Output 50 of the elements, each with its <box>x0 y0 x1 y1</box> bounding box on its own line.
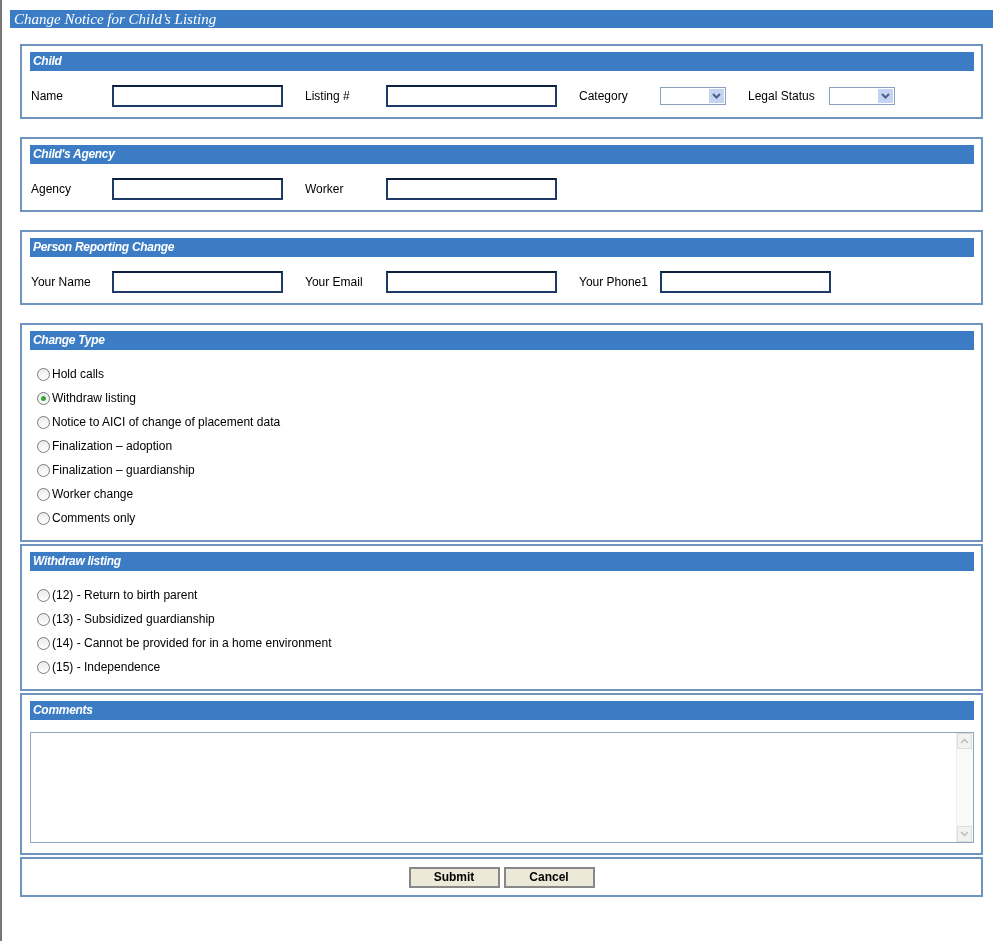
text-field[interactable] <box>386 85 557 107</box>
text-field[interactable] <box>112 178 283 200</box>
field-label: Worker <box>305 182 345 196</box>
dropdown[interactable] <box>660 87 726 105</box>
radio-button[interactable] <box>37 367 50 381</box>
radio-button[interactable] <box>37 487 50 501</box>
text-field[interactable] <box>660 271 831 293</box>
radio-button[interactable] <box>37 463 50 477</box>
radio-label: (13) - Subsidized guardianship <box>52 612 215 626</box>
form-button[interactable]: Submit <box>408 866 500 888</box>
radio-label: Finalization – adoption <box>52 439 173 453</box>
section-header: Comments <box>30 701 974 720</box>
radio-button[interactable] <box>37 636 50 650</box>
text-field[interactable] <box>386 271 557 293</box>
radio-label: Worker change <box>52 487 134 501</box>
field-label: Your Phone1 <box>579 275 649 289</box>
form-button[interactable]: Cancel <box>503 866 595 888</box>
radio-label: (12) - Return to birth parent <box>52 588 198 602</box>
text-field[interactable] <box>112 85 283 107</box>
section-header: Withdraw listing <box>30 552 974 571</box>
section-header: Change Type <box>30 331 974 350</box>
radio-label: Hold calls <box>52 367 105 381</box>
radio-label: Comments only <box>52 511 136 525</box>
page-title: Change Notice for Child’s Listing <box>10 10 993 28</box>
field-label: Legal Status <box>748 89 816 103</box>
section-header: Child's Agency <box>30 145 974 164</box>
field-label: Category <box>579 89 629 103</box>
radio-label: Finalization – guardianship <box>52 463 195 477</box>
radio-label: Notice to AICI of change of placement data <box>52 415 281 429</box>
radio-button[interactable] <box>37 439 50 453</box>
radio-label: (15) - Independence <box>52 660 161 674</box>
radio-label: Withdraw listing <box>52 391 137 405</box>
section-header: Person Reporting Change <box>30 238 974 257</box>
radio-button[interactable] <box>37 415 50 429</box>
radio-button[interactable] <box>37 612 50 626</box>
field-label: Your Name <box>31 275 92 289</box>
text-field[interactable] <box>112 271 283 293</box>
comments-field[interactable] <box>30 732 974 843</box>
radio-button[interactable] <box>37 660 50 674</box>
radio-button[interactable] <box>37 511 50 525</box>
field-label: Your Email <box>305 275 364 289</box>
radio-button[interactable] <box>37 588 50 602</box>
radio-button[interactable] <box>37 391 50 405</box>
text-field[interactable] <box>386 178 557 200</box>
dropdown[interactable] <box>829 87 895 105</box>
field-label: Name <box>31 89 64 103</box>
radio-label: (14) - Cannot be provided for in a home environment <box>52 636 332 650</box>
section-header: Child <box>30 52 974 71</box>
field-label: Agency <box>31 182 73 196</box>
field-label: Listing # <box>305 89 351 103</box>
